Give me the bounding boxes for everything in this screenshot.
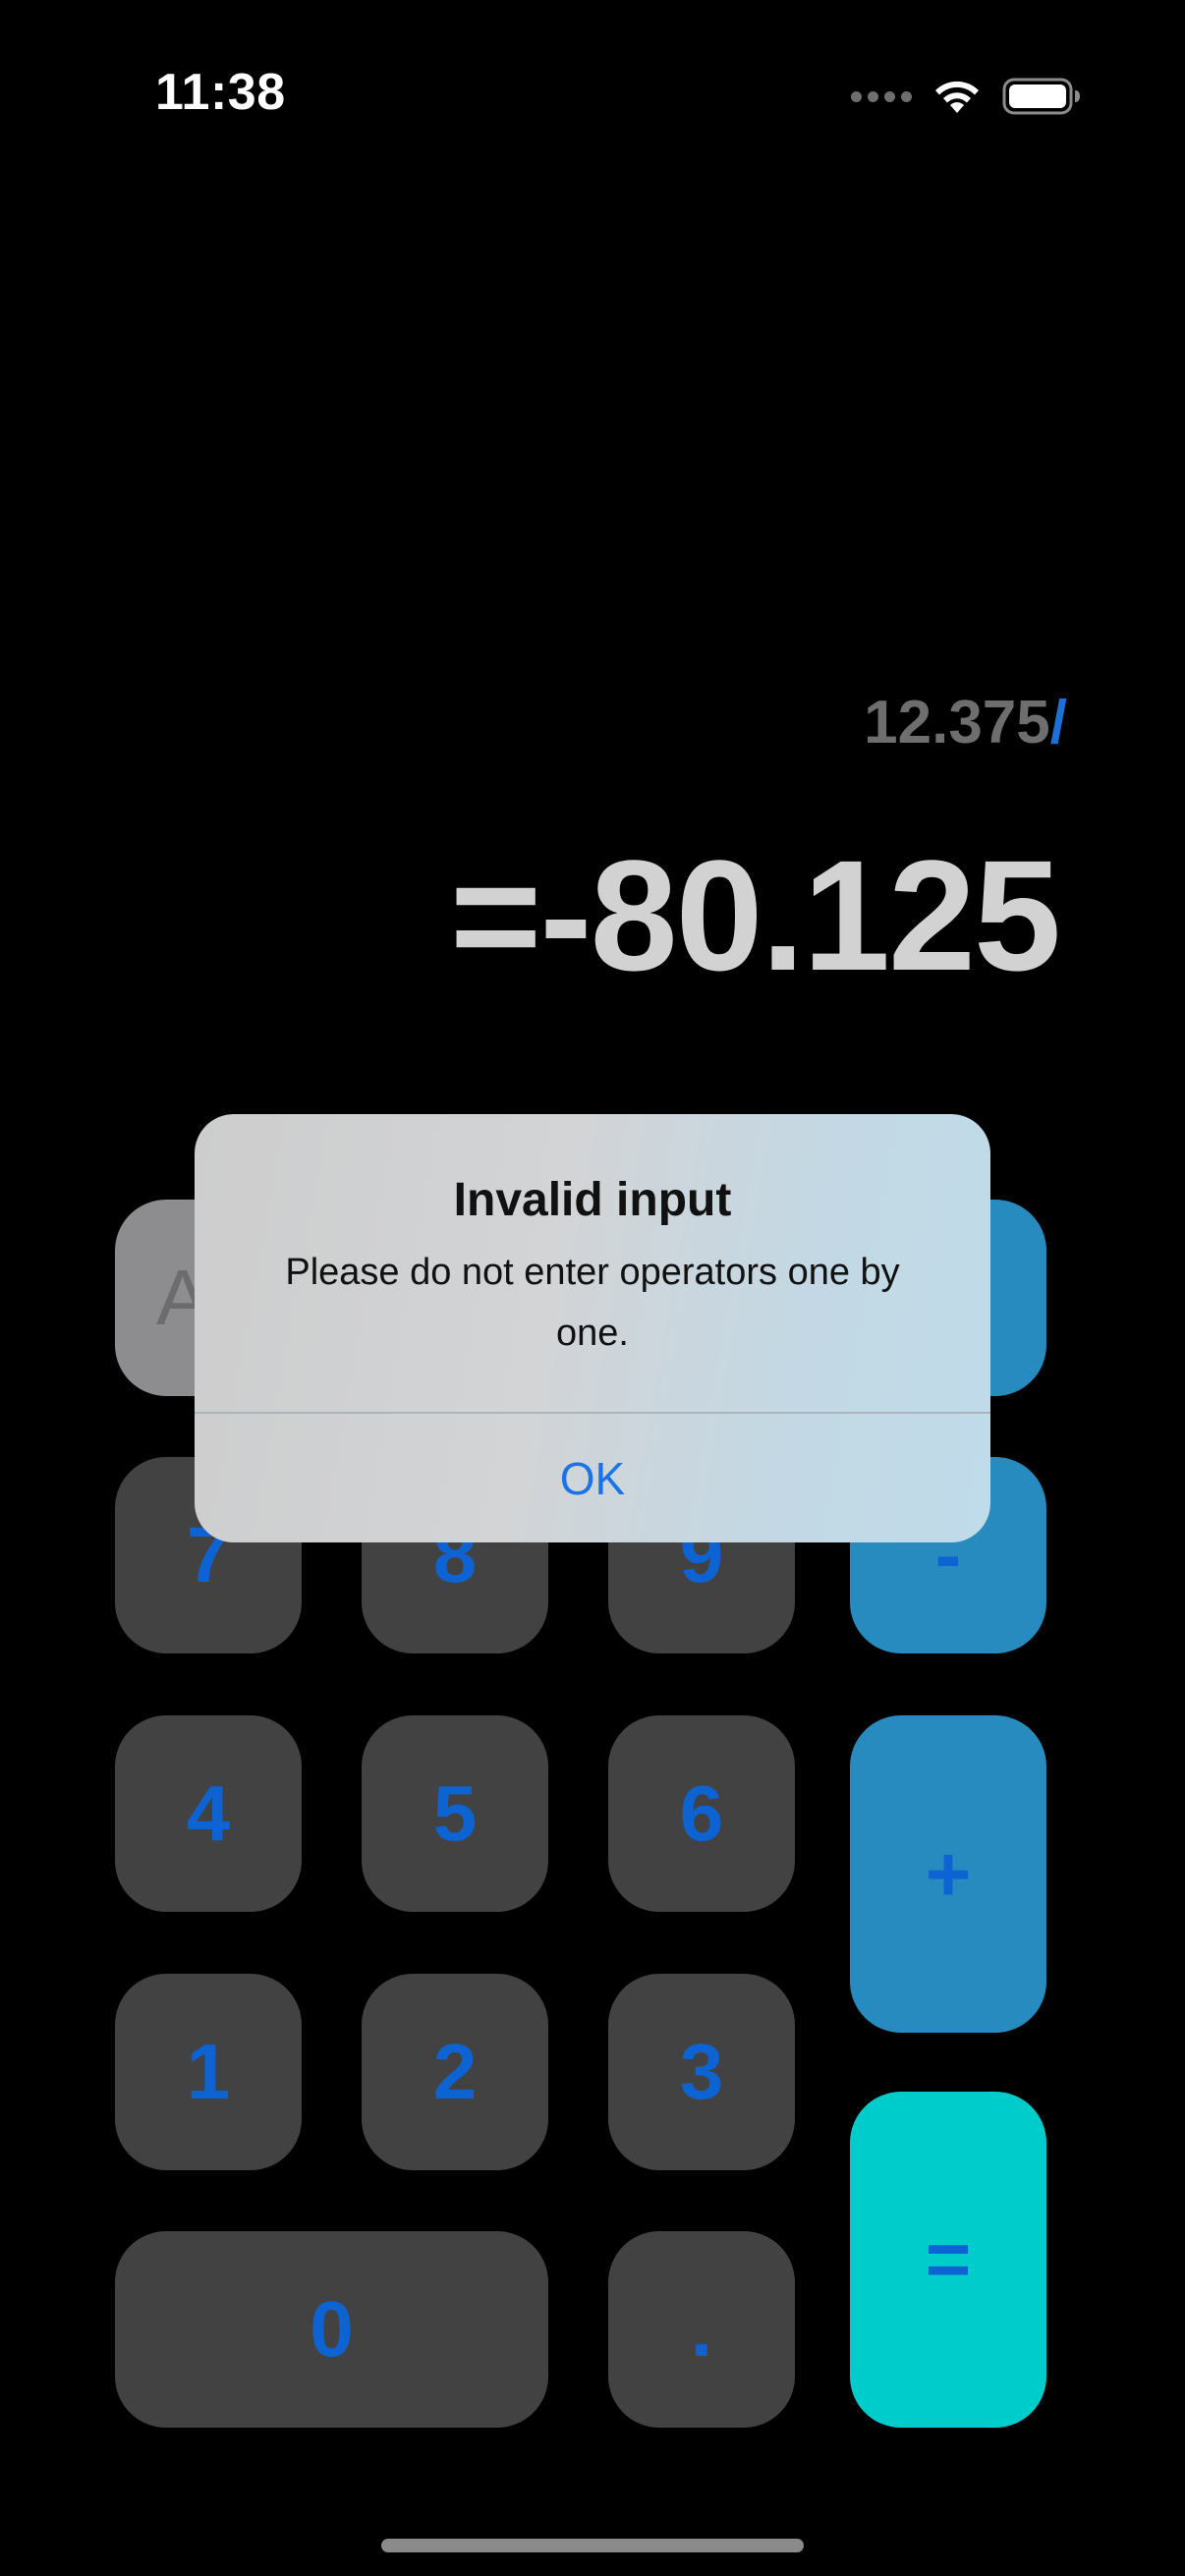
- alert-message: Please do not enter operators one by one…: [285, 1252, 900, 1354]
- alert-title: Invalid input: [453, 1174, 732, 1226]
- invalid-input-alert: Invalid input Please do not enter operat…: [195, 1114, 990, 1542]
- alert-ok-button[interactable]: OK: [195, 1414, 990, 1542]
- home-indicator[interactable]: [381, 2539, 804, 2552]
